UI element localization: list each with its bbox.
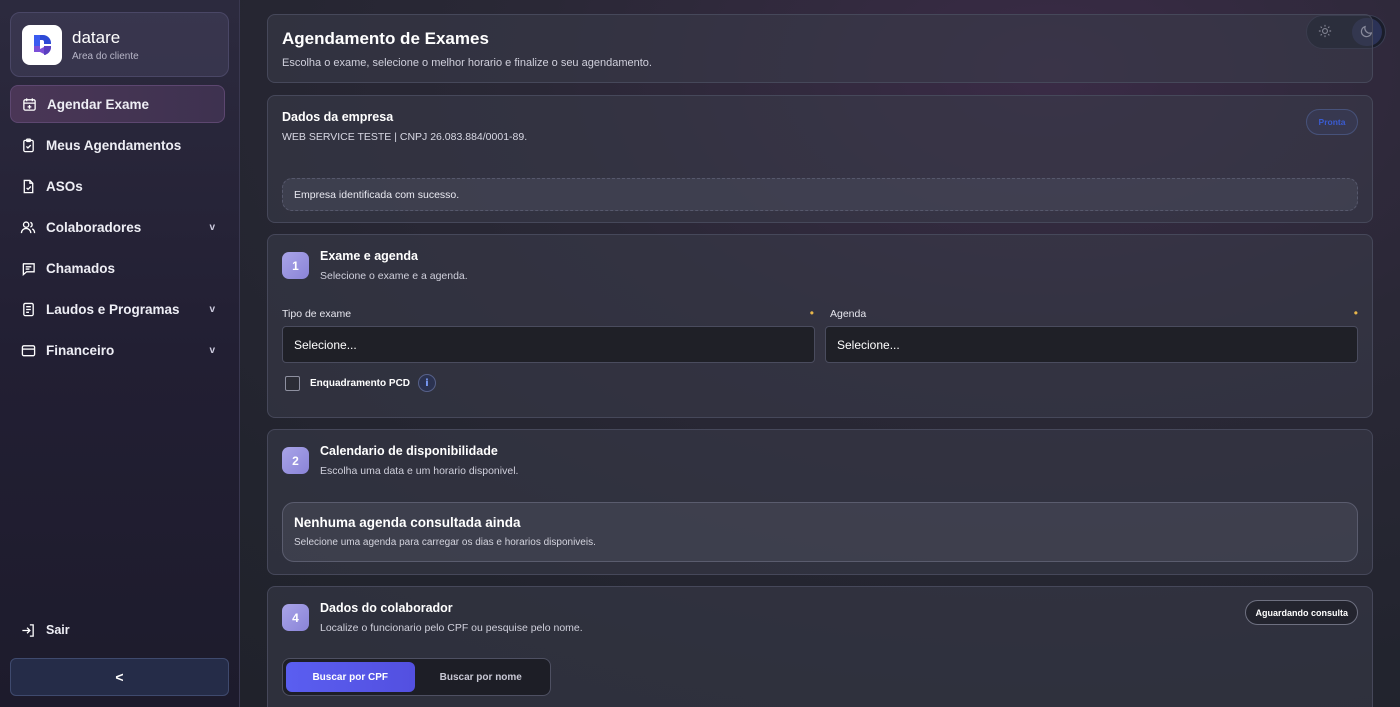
file-text-icon <box>20 301 36 317</box>
sidebar-nav: Agendar Exame Meus Agendamentos ASOs Col… <box>10 85 225 372</box>
step-subtitle: Escolha uma data e um horario disponivel… <box>320 465 519 477</box>
company-section: Dados da empresa WEB SERVICE TESTE | CNP… <box>267 95 1373 223</box>
sidebar-item-label: Meus Agendamentos <box>46 137 182 153</box>
page-title: Agendamento de Exames <box>282 29 489 48</box>
step-title: Calendario de disponibilidade <box>320 444 498 458</box>
sidebar-item-colaboradores[interactable]: Colaboradores v <box>10 208 225 246</box>
sidebar-item-label: ASOs <box>46 178 83 194</box>
required-indicator: • <box>1353 306 1358 320</box>
agenda-label: Agenda <box>829 308 867 320</box>
wallet-icon <box>20 342 36 358</box>
logout-button[interactable]: Sair <box>20 622 70 638</box>
info-icon[interactable]: i <box>418 374 437 392</box>
pcd-label: Enquadramento PCD <box>310 377 411 389</box>
step-title: Dados do colaborador <box>320 601 453 615</box>
sidebar-item-label: Colaboradores <box>46 219 142 235</box>
company-info: WEB SERVICE TESTE | CNPJ 26.083.884/0001… <box>282 131 528 143</box>
collapse-sidebar-button[interactable]: < <box>10 658 229 696</box>
sidebar-item-label: Laudos e Programas <box>46 301 180 317</box>
pcd-checkbox[interactable] <box>285 375 300 391</box>
sidebar-item-laudos-e-programas[interactable]: Laudos e Programas v <box>10 290 225 328</box>
chevron-down-icon[interactable]: v <box>209 304 215 315</box>
brand-card[interactable]: datare Area do cliente <box>10 12 229 77</box>
company-success-message: Empresa identificada com sucesso. <box>282 178 1358 211</box>
exam-and-agenda-section: 1 Exame e agenda Selecione o exame e a a… <box>267 234 1373 418</box>
sidebar-item-asos[interactable]: ASOs <box>10 167 225 205</box>
brand-subtitle: Area do cliente <box>72 50 139 62</box>
employee-data-section: 4 Dados do colaborador Localize o funcio… <box>267 586 1373 707</box>
sidebar-item-meus-agendamentos[interactable]: Meus Agendamentos <box>10 126 225 164</box>
step-number-badge: 2 <box>282 447 309 474</box>
chevron-down-icon[interactable]: v <box>209 222 215 233</box>
availability-calendar-section: 2 Calendario de disponibilidade Escolha … <box>267 429 1373 575</box>
search-mode-toggle: Buscar por CPF Buscar por nome <box>282 658 551 696</box>
sidebar-item-label: Chamados <box>46 260 116 276</box>
step-number-badge: 4 <box>282 604 309 631</box>
empty-state-subtitle: Selecione uma agenda para carregar os di… <box>294 537 596 548</box>
file-check-icon <box>20 178 36 194</box>
company-title: Dados da empresa <box>282 110 394 124</box>
search-by-cpf-button[interactable]: Buscar por CPF <box>286 662 415 692</box>
status-badge: Aguardando consulta <box>1245 600 1358 625</box>
agenda-select[interactable]: Selecione... <box>825 326 1358 363</box>
sidebar-item-label: Financeiro <box>46 342 115 358</box>
datare-logo-icon <box>22 24 62 65</box>
clipboard-check-icon <box>20 137 36 153</box>
status-badge: Pronta <box>1306 109 1358 135</box>
step-number-badge: 1 <box>282 252 309 279</box>
exam-type-select[interactable]: Selecione... <box>282 326 815 363</box>
calendar-plus-icon <box>21 96 37 112</box>
sidebar-item-chamados[interactable]: Chamados <box>10 249 225 287</box>
brand-name: datare <box>72 27 121 47</box>
sidebar-item-agendar-exame[interactable]: Agendar Exame <box>10 85 225 123</box>
page-subtitle: Escolha o exame, selecione o melhor hora… <box>282 57 652 69</box>
step-title: Exame e agenda <box>320 249 418 263</box>
message-square-icon <box>20 260 36 276</box>
sidebar-item-financeiro[interactable]: Financeiro v <box>10 331 225 369</box>
step-subtitle: Localize o funcionario pelo CPF ou pesqu… <box>320 622 583 634</box>
required-indicator: • <box>809 306 814 320</box>
chevron-down-icon[interactable]: v <box>209 345 215 356</box>
users-icon <box>20 219 36 235</box>
sidebar: datare Area do cliente Agendar Exame Meu… <box>0 0 240 707</box>
logout-label: Sair <box>46 623 70 637</box>
page-header: Agendamento de Exames Escolha o exame, s… <box>267 14 1373 83</box>
search-by-name-button[interactable]: Buscar por nome <box>415 662 548 692</box>
exam-type-label: Tipo de exame <box>282 308 352 320</box>
step-subtitle: Selecione o exame e a agenda. <box>320 270 468 282</box>
log-in-icon <box>20 622 36 638</box>
empty-state: Nenhuma agenda consultada ainda Selecion… <box>282 502 1358 562</box>
sidebar-item-label: Agendar Exame <box>47 96 150 112</box>
empty-state-title: Nenhuma agenda consultada ainda <box>294 515 521 530</box>
